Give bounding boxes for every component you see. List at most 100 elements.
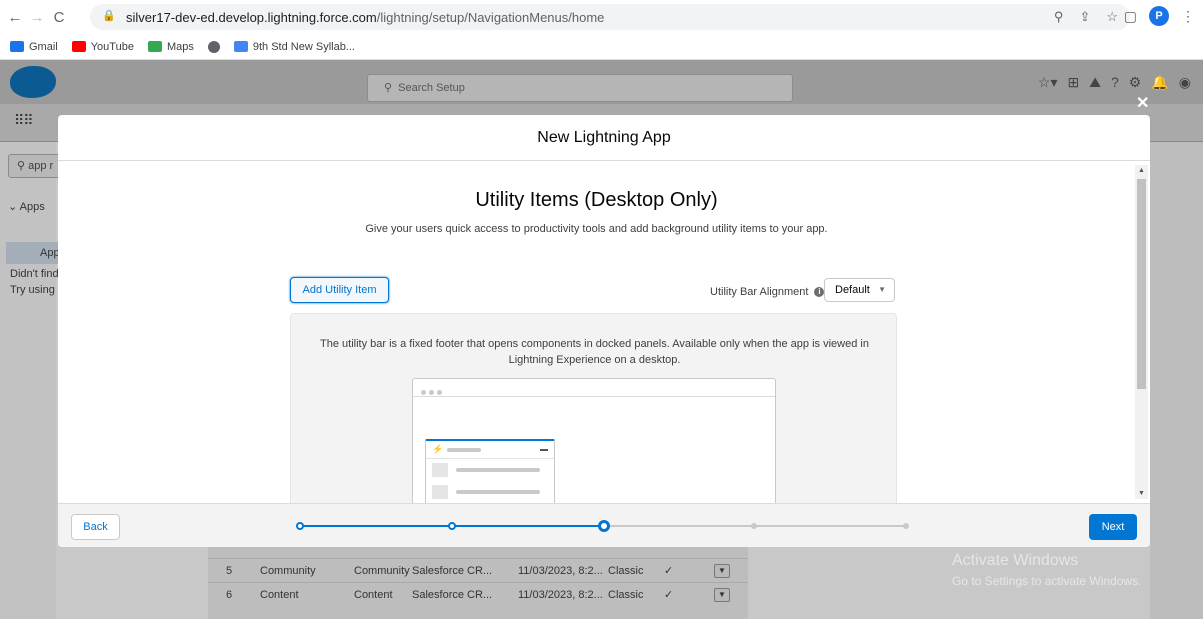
- modified-date: 11/03/2023, 8:2...: [518, 588, 603, 601]
- next-button[interactable]: Next: [1089, 514, 1137, 540]
- new-lightning-app-modal: New Lightning App Utility Items (Desktop…: [58, 115, 1150, 547]
- app-type: Classic: [608, 588, 644, 601]
- modal-title: New Lightning App: [58, 115, 1150, 161]
- alignment-label-text: Utility Bar Alignment: [710, 286, 809, 298]
- progress-step-5: [903, 523, 909, 529]
- scrollbar-thumb[interactable]: [1137, 179, 1146, 389]
- progress-step-4: [751, 523, 757, 529]
- info-icon[interactable]: i: [814, 287, 825, 297]
- scroll-down-icon[interactable]: ▼: [1138, 490, 1145, 497]
- bookmark-9th-std[interactable]: 9th Std New Syllab...: [233, 40, 355, 53]
- activate-title: Activate Windows: [952, 552, 1079, 569]
- progress-step-2[interactable]: [448, 522, 456, 530]
- forward-arrow-icon[interactable]: →: [26, 9, 48, 26]
- favorites-star-icon[interactable]: ☆▾: [1038, 74, 1058, 91]
- address-bar[interactable]: 🔒 silver17-dev-ed.develop.lightning.forc…: [90, 4, 1130, 30]
- side-panel-icon[interactable]: ▢: [1124, 8, 1137, 25]
- table-row: 6 Content Content Salesforce CR... 11/03…: [208, 582, 748, 606]
- utility-bar-alignment-label: Utility Bar Alignment i: [710, 286, 825, 298]
- back-button[interactable]: Back: [71, 514, 120, 540]
- app-item-label: App: [40, 247, 60, 259]
- modal-body: Utility Items (Desktop Only) Give your u…: [58, 161, 1150, 503]
- apps-table: 5 Community Community Salesforce CR... 1…: [208, 536, 748, 619]
- alignment-selected-value: Default: [835, 284, 870, 296]
- activate-subtitle: Go to Settings to activate Windows.: [952, 574, 1142, 588]
- bookmark-label: Gmail: [29, 40, 58, 53]
- step-description: Give your users quick access to producti…: [365, 223, 828, 235]
- visible-check-icon: ✓: [664, 589, 674, 601]
- share-icon[interactable]: ⇪: [1079, 9, 1090, 25]
- globe-icon: [207, 40, 220, 53]
- setup-search-input[interactable]: ⚲ Search Setup: [367, 74, 793, 102]
- app-name[interactable]: Community: [260, 565, 316, 577]
- progress-indicator: [296, 516, 910, 536]
- add-utility-item-button[interactable]: Add Utility Item: [290, 277, 389, 303]
- row-action-dropdown[interactable]: ▼: [714, 564, 730, 578]
- bookmarks-bar: Gmail YouTube Maps 9th Std New Syllab...: [0, 34, 1203, 60]
- didnt-find-text: Didn't find: [10, 268, 59, 280]
- bell-icon[interactable]: 🔔: [1151, 74, 1168, 91]
- salesforce-logo: [10, 66, 56, 98]
- setup-right-panel: [1150, 142, 1203, 619]
- gmail-icon: [10, 41, 24, 52]
- user-avatar[interactable]: ◉: [1179, 74, 1191, 91]
- zoom-icon[interactable]: ⚲: [1054, 9, 1064, 25]
- row-action-dropdown[interactable]: ▼: [714, 588, 730, 602]
- bookmark-label: 9th Std New Syllab...: [252, 40, 355, 53]
- bookmark-globe[interactable]: [207, 40, 220, 53]
- modal-close-icon[interactable]: ✕: [1136, 93, 1149, 113]
- help-icon[interactable]: ?: [1111, 74, 1119, 91]
- bookmark-star-icon[interactable]: ☆: [1106, 9, 1118, 25]
- progress-step-3-current[interactable]: [598, 520, 610, 532]
- modified-date: 11/03/2023, 8:2...: [518, 564, 603, 577]
- apps-tree-item[interactable]: ⌄ Apps: [8, 200, 45, 213]
- developer-name: Content: [354, 588, 393, 601]
- scroll-up-icon[interactable]: ▲: [1138, 167, 1145, 174]
- visible-check-icon: ✓: [664, 565, 674, 577]
- app-launcher-icon[interactable]: ⠿⠿: [14, 112, 33, 129]
- youtube-icon: [71, 41, 86, 52]
- gear-icon[interactable]: ⚙: [1129, 74, 1142, 91]
- utility-bar-illustration: ⚡: [412, 378, 776, 503]
- bookmark-maps[interactable]: Maps: [147, 40, 194, 53]
- table-row: 5 Community Community Salesforce CR... 1…: [208, 558, 748, 582]
- illustration-docked-panel: ⚡: [425, 439, 555, 503]
- reload-icon[interactable]: C: [48, 9, 70, 26]
- trailhead-icon[interactable]: ⛰: [1089, 74, 1101, 91]
- url-host: silver17-dev-ed.develop.lightning.force.…: [126, 9, 377, 25]
- bookmark-label: YouTube: [90, 40, 134, 53]
- alignment-select[interactable]: Default ▼: [824, 278, 895, 302]
- bookmark-youtube[interactable]: YouTube: [71, 40, 134, 53]
- bookmark-label: Maps: [166, 40, 194, 53]
- description: Salesforce CR...: [412, 564, 493, 577]
- menu-icon[interactable]: ⋮: [1181, 8, 1195, 25]
- step-title: Utility Items (Desktop Only): [475, 189, 718, 211]
- lock-icon: 🔒: [102, 10, 116, 22]
- doc-icon: [233, 41, 248, 52]
- app-manager-item[interactable]: App: [6, 242, 66, 264]
- app-name[interactable]: Content: [260, 589, 299, 601]
- developer-name: Community: [354, 564, 410, 577]
- modal-footer: Back Next: [58, 503, 1150, 547]
- minimize-icon: [540, 448, 548, 451]
- search-placeholder: Search Setup: [398, 82, 465, 94]
- app-type: Classic: [608, 564, 644, 577]
- search-icon: ⚲: [384, 82, 399, 94]
- setup-header: ⚲ Search Setup ☆▾ ⊞ ⛰ ? ⚙ 🔔 ◉: [0, 60, 1203, 104]
- apps-label: Apps: [19, 201, 45, 213]
- progress-step-1[interactable]: [296, 522, 304, 530]
- back-arrow-icon[interactable]: ←: [4, 9, 26, 26]
- illustration-window-bar: [413, 379, 775, 397]
- url-path: /lightning/setup/NavigationMenus/home: [376, 9, 605, 25]
- illustration-panel-header: ⚡: [426, 441, 554, 459]
- activate-windows-watermark: Activate Windows Go to Settings to activ…: [952, 552, 1141, 588]
- chevron-down-icon: ▼: [878, 285, 886, 294]
- bookmark-gmail[interactable]: Gmail: [10, 41, 58, 53]
- maps-icon: [147, 41, 162, 52]
- browser-toolbar: ← → C 🔒 silver17-dev-ed.develop.lightnin…: [0, 0, 1203, 34]
- profile-avatar[interactable]: P: [1149, 6, 1169, 26]
- add-icon[interactable]: ⊞: [1067, 74, 1079, 91]
- utility-bar-info-panel: The utility bar is a fixed footer that o…: [290, 313, 897, 503]
- modal-scrollbar[interactable]: ▲ ▼: [1135, 165, 1148, 499]
- row-number: 5: [226, 564, 233, 577]
